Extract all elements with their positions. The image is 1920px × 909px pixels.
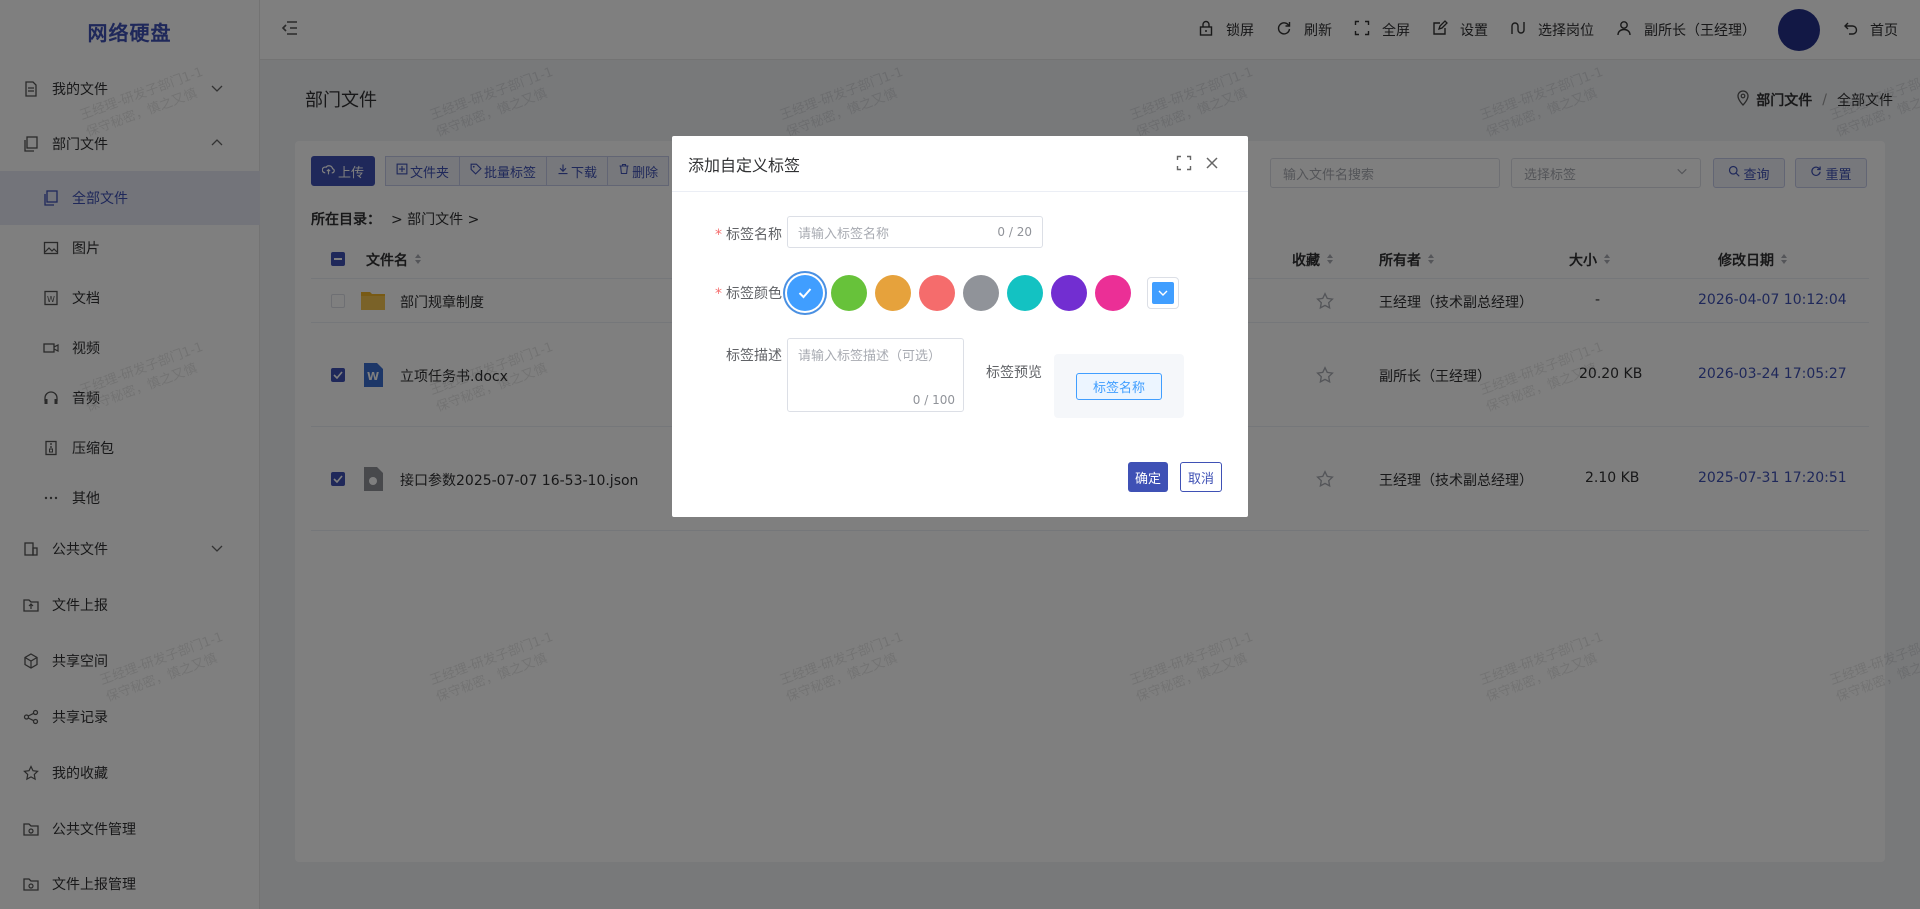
- confirm-button[interactable]: 确定: [1128, 462, 1168, 492]
- close-icon[interactable]: [1204, 155, 1220, 175]
- color-swatch[interactable]: [787, 275, 823, 311]
- add-tag-dialog: 添加自定义标签 * 标签名称 请输入标签名称 0 / 20 * 标签颜色 标签描述 …: [672, 136, 1248, 517]
- tag-preview: 标签名称: [1075, 372, 1162, 400]
- tag-name-placeholder: 请输入标签名称: [798, 226, 890, 242]
- color-swatch[interactable]: [831, 275, 867, 311]
- color-swatch[interactable]: [919, 275, 955, 311]
- color-swatch[interactable]: [1007, 275, 1043, 311]
- tag-desc-placeholder: 请输入标签描述（可选）: [798, 349, 942, 364]
- tag-preview-label: 标签预览: [986, 365, 1042, 381]
- tag-name-input[interactable]: 请输入标签名称 0 / 20: [787, 216, 1043, 248]
- custom-color-picker[interactable]: [1147, 277, 1179, 309]
- dialog-title: 添加自定义标签: [688, 155, 801, 175]
- cancel-button[interactable]: 取消: [1180, 462, 1222, 492]
- tag-name-counter: 0 / 20: [997, 225, 1032, 239]
- fullscreen-icon[interactable]: [1176, 155, 1192, 175]
- tag-preview-box: 标签名称: [1054, 354, 1184, 418]
- color-swatch[interactable]: [875, 275, 911, 311]
- tag-desc-textarea[interactable]: 请输入标签描述（可选） 0 / 100: [787, 338, 964, 412]
- check-icon: [798, 288, 812, 299]
- tag-desc-label: 标签描述: [726, 348, 782, 364]
- tag-desc-counter: 0 / 100: [912, 393, 955, 407]
- tag-color-label: * 标签颜色: [715, 286, 782, 302]
- tag-name-label: * 标签名称: [715, 227, 782, 243]
- dialog-header: 添加自定义标签: [672, 136, 1248, 192]
- color-swatch[interactable]: [963, 275, 999, 311]
- color-swatch[interactable]: [1095, 275, 1131, 311]
- color-swatch[interactable]: [1051, 275, 1087, 311]
